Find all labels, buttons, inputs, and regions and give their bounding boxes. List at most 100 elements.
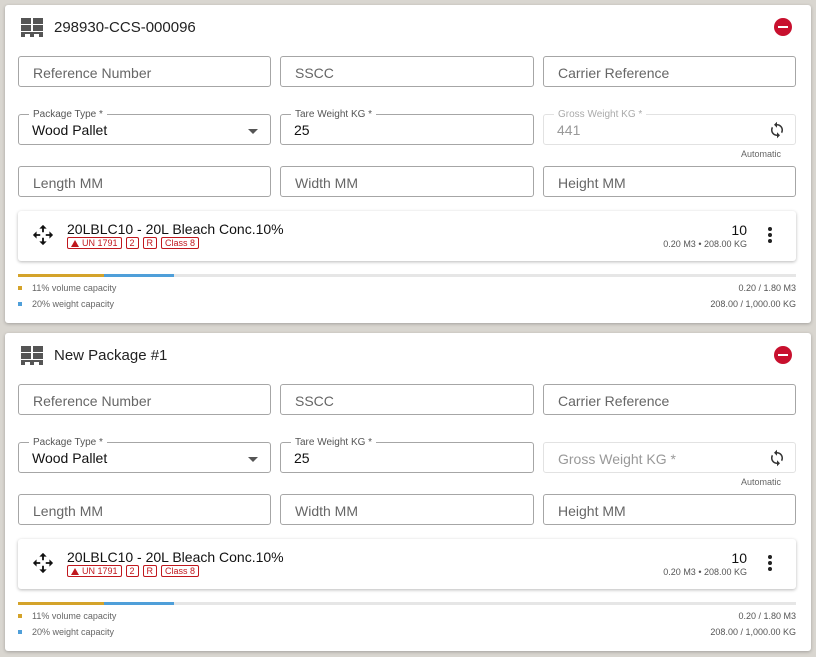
item-quantity: 10 xyxy=(731,550,747,566)
volume-legend: 11% volume capacity xyxy=(18,283,116,293)
package-card: 298930-CCS-000096 Reference Number SSCC … xyxy=(5,5,811,323)
gross-weight-placeholder: Gross Weight KG * xyxy=(558,451,677,467)
warning-icon xyxy=(71,239,79,247)
badge-text: UN 1791 xyxy=(82,565,118,576)
package-header: New Package #1 xyxy=(5,333,811,379)
package-header: 298930-CCS-000096 xyxy=(5,5,811,51)
weight-swatch xyxy=(18,630,22,634)
volume-value: 0.20 / 1.80 M3 xyxy=(738,283,796,293)
tare-weight-input[interactable]: Tare Weight KG * 25 xyxy=(280,109,534,145)
weight-legend: 20% weight capacity xyxy=(18,627,114,637)
weight-value: 208.00 / 1,000.00 KG xyxy=(710,627,796,637)
carrier-reference-input[interactable]: Carrier Reference xyxy=(543,56,796,87)
badge-text: UN 1791 xyxy=(82,237,118,248)
reference-number-placeholder: Reference Number xyxy=(33,393,152,409)
remove-package-button[interactable] xyxy=(774,18,792,36)
length-placeholder: Length MM xyxy=(33,175,104,191)
weight-value: 208.00 / 1,000.00 KG xyxy=(710,299,796,309)
package-title: 298930-CCS-000096 xyxy=(54,19,196,36)
height-placeholder: Height MM xyxy=(558,503,626,519)
reference-number-placeholder: Reference Number xyxy=(33,65,152,81)
width-input[interactable]: Width MM xyxy=(280,494,534,525)
more-options-icon[interactable] xyxy=(765,555,775,573)
volume-label: 11% volume capacity xyxy=(32,611,117,621)
length-input[interactable]: Length MM xyxy=(18,166,271,197)
package-type-select[interactable]: Package Type * Wood Pallet xyxy=(18,109,271,145)
height-placeholder: Height MM xyxy=(558,175,626,191)
dropdown-caret-icon xyxy=(248,457,258,462)
volume-capacity-fill xyxy=(18,602,104,605)
width-input[interactable]: Width MM xyxy=(280,166,534,197)
hazard-badges: UN 1791 2 R Class 8 xyxy=(67,565,200,577)
weight-label: 20% weight capacity xyxy=(32,627,115,637)
gross-weight-input: Gross Weight KG * xyxy=(543,442,796,473)
item-dims: 0.20 M3 • 208.00 KG xyxy=(663,239,747,249)
tare-weight-input[interactable]: Tare Weight KG * 25 xyxy=(280,437,534,473)
item-name: 20LBLC10 - 20L Bleach Conc.10% xyxy=(67,221,284,237)
package-card: New Package #1 Reference Number SSCC Car… xyxy=(5,333,811,651)
volume-swatch xyxy=(18,286,22,290)
remove-package-button[interactable] xyxy=(774,346,792,364)
pallet-icon xyxy=(21,346,43,365)
tare-weight-label: Tare Weight KG * xyxy=(291,437,377,448)
height-input[interactable]: Height MM xyxy=(543,166,796,197)
more-options-icon[interactable] xyxy=(765,227,775,245)
class-badge: Class 8 xyxy=(161,565,200,577)
package-type-value: Wood Pallet xyxy=(32,450,108,466)
sscc-placeholder: SSCC xyxy=(295,393,334,409)
warning-icon xyxy=(71,567,79,575)
tare-weight-label: Tare Weight KG * xyxy=(291,109,377,120)
volume-label: 11% volume capacity xyxy=(32,283,117,293)
volume-capacity-fill xyxy=(18,274,104,277)
volume-legend: 11% volume capacity xyxy=(18,611,116,621)
weight-label: 20% weight capacity xyxy=(32,299,115,309)
gross-weight-label: Gross Weight KG * xyxy=(554,109,647,120)
move-icon[interactable] xyxy=(32,552,54,574)
package-type-label: Package Type * xyxy=(29,109,107,120)
sscc-placeholder: SSCC xyxy=(295,65,334,81)
sscc-input[interactable]: SSCC xyxy=(280,384,534,415)
package-type-select[interactable]: Package Type * Wood Pallet xyxy=(18,437,271,473)
weight-swatch xyxy=(18,302,22,306)
package-title: New Package #1 xyxy=(54,347,168,364)
width-placeholder: Width MM xyxy=(295,175,358,191)
length-placeholder: Length MM xyxy=(33,503,104,519)
item-dims: 0.20 M3 • 208.00 KG xyxy=(663,567,747,577)
carrier-reference-placeholder: Carrier Reference xyxy=(558,65,670,81)
height-input[interactable]: Height MM xyxy=(543,494,796,525)
package-item: 20LBLC10 - 20L Bleach Conc.10% UN 1791 2… xyxy=(18,211,796,261)
gross-weight-value: 441 xyxy=(557,122,581,138)
capacity-bar xyxy=(18,274,796,277)
refresh-icon[interactable] xyxy=(768,121,786,139)
volume-value: 0.20 / 1.80 M3 xyxy=(738,611,796,621)
tare-weight-value: 25 xyxy=(294,122,310,138)
automatic-note: Automatic xyxy=(741,477,782,487)
reference-number-input[interactable]: Reference Number xyxy=(18,56,271,87)
dropdown-caret-icon xyxy=(248,129,258,134)
package-type-value: Wood Pallet xyxy=(32,122,108,138)
package-item: 20LBLC10 - 20L Bleach Conc.10% UN 1791 2… xyxy=(18,539,796,589)
width-placeholder: Width MM xyxy=(295,503,358,519)
packing-group-badge: 2 xyxy=(125,237,139,249)
weight-capacity-fill xyxy=(103,274,174,277)
weight-legend: 20% weight capacity xyxy=(18,299,114,309)
length-input[interactable]: Length MM xyxy=(18,494,271,525)
reference-number-input[interactable]: Reference Number xyxy=(18,384,271,415)
weight-capacity-fill xyxy=(103,602,174,605)
automatic-note: Automatic xyxy=(741,149,782,159)
item-quantity: 10 xyxy=(731,222,747,238)
refresh-icon[interactable] xyxy=(768,449,786,467)
package-type-label: Package Type * xyxy=(29,437,107,448)
sscc-input[interactable]: SSCC xyxy=(280,56,534,87)
item-name: 20LBLC10 - 20L Bleach Conc.10% xyxy=(67,549,284,565)
un-number-badge: UN 1791 xyxy=(67,237,122,249)
volume-swatch xyxy=(18,614,22,618)
pallet-icon xyxy=(21,18,43,37)
restriction-badge: R xyxy=(142,237,158,249)
move-icon[interactable] xyxy=(32,224,54,246)
hazard-badges: UN 1791 2 R Class 8 xyxy=(67,237,200,249)
un-number-badge: UN 1791 xyxy=(67,565,122,577)
tare-weight-value: 25 xyxy=(294,450,310,466)
carrier-reference-input[interactable]: Carrier Reference xyxy=(543,384,796,415)
class-badge: Class 8 xyxy=(161,237,200,249)
